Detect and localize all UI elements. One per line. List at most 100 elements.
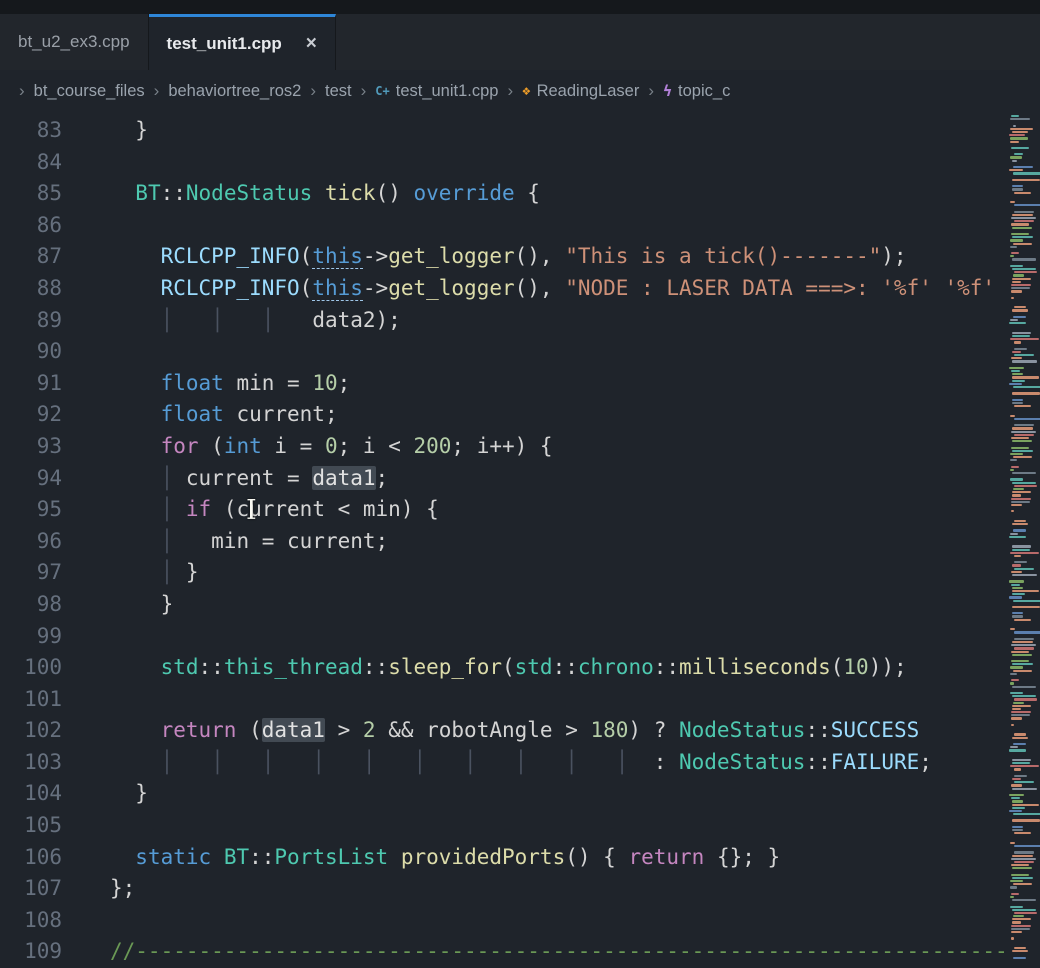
tab-bt_u2_ex3-cpp[interactable]: bt_u2_ex3.cpp [0, 14, 149, 70]
line-number[interactable]: 106 [0, 842, 62, 874]
line-number[interactable]: 109 [0, 936, 62, 968]
code-token: } [110, 592, 173, 616]
code-line[interactable]: 101 [0, 684, 1040, 716]
line-number[interactable]: 92 [0, 399, 62, 431]
code-line[interactable]: 104 } [0, 778, 1040, 810]
code-line[interactable]: 108 [0, 905, 1040, 937]
minimap-line [1011, 724, 1014, 726]
code-line[interactable]: 85 BT::NodeStatus tick() override { [0, 178, 1040, 210]
minimap-line [1013, 386, 1040, 388]
minimap-line [1011, 784, 1022, 786]
code-line-content: }; [110, 873, 135, 905]
line-number[interactable]: 100 [0, 652, 62, 684]
line-number[interactable]: 104 [0, 778, 62, 810]
code-line[interactable]: 94 │ current = data1; [0, 463, 1040, 495]
code-line[interactable]: 93 for (int i = 0; i < 200; i++) { [0, 431, 1040, 463]
line-number[interactable]: 99 [0, 621, 62, 653]
breadcrumb-item[interactable]: test [325, 82, 352, 101]
code-token: ( [300, 276, 313, 300]
line-number[interactable]: 86 [0, 210, 62, 242]
code-line[interactable]: 103 │ │ │ │ │ │ │ │ │ │ : NodeStatus::FA… [0, 747, 1040, 779]
minimap-line [1014, 631, 1040, 633]
line-number[interactable]: 107 [0, 873, 62, 905]
code-line[interactable]: 88 RCLCPP_INFO(this->get_logger(), "NODE… [0, 273, 1040, 305]
line-number[interactable]: 108 [0, 905, 62, 937]
line-number[interactable]: 102 [0, 715, 62, 747]
minimap-line [1009, 835, 1040, 837]
minimap[interactable] [1007, 115, 1040, 968]
code-line[interactable]: 90 [0, 336, 1040, 368]
code-line[interactable]: 107}; [0, 873, 1040, 905]
code-token: "NODE : LASER DATA ===>: '%f' '%f' [565, 276, 995, 300]
minimap-line [1011, 504, 1023, 506]
minimap-line [1009, 944, 1040, 946]
minimap-line [1013, 316, 1026, 318]
code-line[interactable]: 92 float current; [0, 399, 1040, 431]
code-line[interactable]: 105 [0, 810, 1040, 842]
code-token: milliseconds [679, 655, 831, 679]
breadcrumb-item[interactable]: C+test_unit1.cpp [375, 82, 498, 101]
minimap-line [1009, 207, 1040, 209]
code-token [211, 845, 224, 869]
code-token: 10 [843, 655, 868, 679]
line-number[interactable]: 94 [0, 463, 62, 495]
tab-test_unit1-cpp[interactable]: test_unit1.cpp× [149, 14, 336, 70]
code-editor[interactable]: 83 }8485 BT::NodeStatus tick() override … [0, 112, 1040, 968]
minimap-line [1014, 153, 1023, 155]
code-line[interactable]: 87 RCLCPP_INFO(this->get_logger(), "This… [0, 241, 1040, 273]
breadcrumb-item[interactable]: bt_course_files [34, 82, 145, 101]
line-number[interactable]: 103 [0, 747, 62, 779]
line-number[interactable]: 90 [0, 336, 62, 368]
code-line[interactable]: 97 │ } [0, 557, 1040, 589]
code-line[interactable]: 100 std::this_thread::sleep_for(std::chr… [0, 652, 1040, 684]
line-number[interactable]: 87 [0, 241, 62, 273]
line-number[interactable]: 97 [0, 557, 62, 589]
minimap-line [1009, 121, 1040, 123]
minimap-line [1010, 137, 1028, 139]
code-line[interactable]: 89 │ │ │ data2); [0, 305, 1040, 337]
line-number[interactable]: 96 [0, 526, 62, 558]
code-line[interactable]: 95 │ if (current < min) { [0, 494, 1040, 526]
minimap-line [1009, 890, 1040, 892]
breadcrumb-item[interactable]: ϟtopic_c [663, 82, 730, 101]
line-number[interactable]: 105 [0, 810, 62, 842]
minimap-line [1009, 848, 1040, 850]
breadcrumb-item[interactable]: ❖ReadingLaser [522, 82, 639, 101]
minimap-line [1009, 727, 1040, 729]
code-token: } [110, 781, 148, 805]
line-number[interactable]: 88 [0, 273, 62, 305]
line-number[interactable]: 83 [0, 115, 62, 147]
code-line[interactable]: 109//-----------------------------------… [0, 936, 1040, 968]
minimap-line [1012, 762, 1030, 764]
minimap-line [1014, 192, 1031, 194]
minimap-line [1009, 953, 1040, 955]
minimap-line [1009, 176, 1040, 178]
line-number[interactable]: 93 [0, 431, 62, 463]
line-number[interactable]: 84 [0, 147, 62, 179]
close-icon[interactable]: × [306, 34, 317, 53]
code-line[interactable]: 84 [0, 147, 1040, 179]
code-line[interactable]: 83 } [0, 115, 1040, 147]
code-line[interactable]: 99 [0, 621, 1040, 653]
code-token: :: [654, 655, 679, 679]
breadcrumb-item[interactable]: behaviortree_ros2 [168, 82, 301, 101]
line-number[interactable]: 95 [0, 494, 62, 526]
line-number[interactable]: 89 [0, 305, 62, 337]
code-line[interactable]: 91 float min = 10; [0, 368, 1040, 400]
minimap-line [1012, 450, 1033, 452]
code-line[interactable]: 102 return (data1 > 2 && robotAngle > 18… [0, 715, 1040, 747]
minimap-line [1009, 367, 1024, 369]
code-line[interactable]: 96 │ min = current; [0, 526, 1040, 558]
indent-guide: │ [413, 750, 464, 774]
line-number[interactable]: 85 [0, 178, 62, 210]
minimap-line [1012, 737, 1028, 739]
minimap-line [1012, 819, 1040, 821]
indent-guide: │ [161, 560, 186, 584]
code-line[interactable]: 86 [0, 210, 1040, 242]
code-line[interactable]: 98 } [0, 589, 1040, 621]
minimap-line [1012, 545, 1032, 547]
line-number[interactable]: 91 [0, 368, 62, 400]
line-number[interactable]: 98 [0, 589, 62, 621]
code-line[interactable]: 106 static BT::PortsList providedPorts()… [0, 842, 1040, 874]
line-number[interactable]: 101 [0, 684, 62, 716]
